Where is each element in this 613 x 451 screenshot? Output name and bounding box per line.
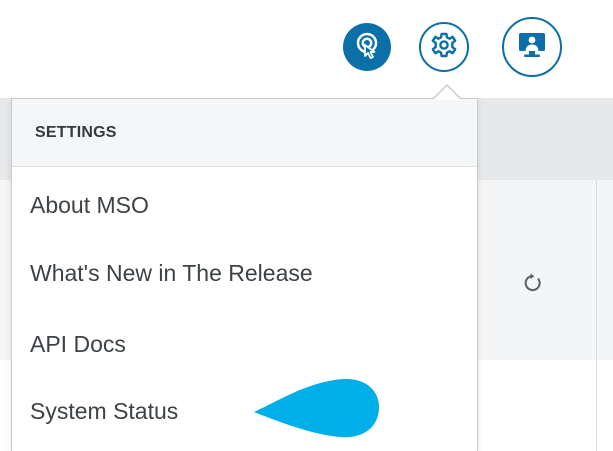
background-panel-edge [596,180,597,451]
monitor-user-icon [516,30,548,65]
help-button[interactable] [343,23,391,71]
help-pointer-icon [352,30,382,65]
callout-pointer [252,375,382,441]
menu-item-whats-new[interactable]: What's New in The Release [30,260,313,287]
settings-button[interactable] [419,22,469,72]
display-button[interactable] [502,17,562,77]
menu-item-about-mso[interactable]: About MSO [30,192,149,219]
gear-icon [429,30,459,65]
menu-item-api-docs[interactable]: API Docs [30,331,126,358]
settings-dropdown-header: SETTINGS [12,99,477,167]
dropdown-caret [433,86,461,100]
menu-item-system-status[interactable]: System Status [30,398,178,425]
refresh-icon[interactable] [522,272,544,294]
